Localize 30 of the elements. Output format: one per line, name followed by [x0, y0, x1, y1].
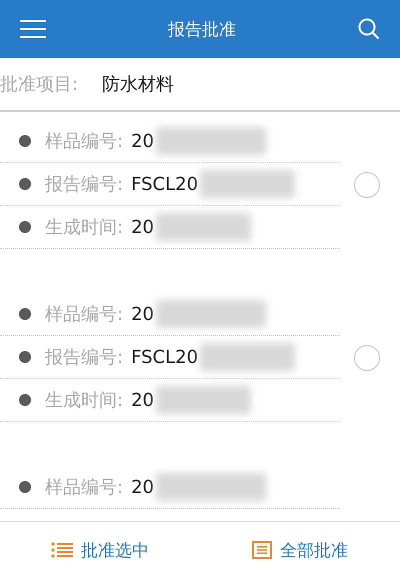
select-radio[interactable] — [354, 344, 380, 370]
bullet-icon — [19, 135, 31, 147]
field-value: FSCL20 — [131, 174, 198, 194]
bullet-icon — [19, 221, 31, 233]
field-value: 20 — [131, 390, 154, 410]
field-label: 样品编号: — [45, 476, 124, 499]
field-label: 生成时间: — [45, 389, 124, 412]
field-label: 报告编号: — [45, 173, 124, 196]
field-value: FSCL20 — [131, 346, 198, 368]
field-value: 20 — [131, 476, 154, 498]
field-label: 样品编号: — [45, 130, 124, 153]
field-value: 20 — [131, 130, 154, 152]
bullet-icon — [19, 481, 31, 493]
project-value: 防水材料 — [102, 73, 174, 96]
field-label: 报告编号: — [45, 346, 124, 369]
search-icon[interactable] — [358, 18, 380, 40]
document-icon — [252, 541, 272, 559]
field-value: 20 — [131, 216, 154, 238]
bullet-icon — [19, 351, 31, 363]
bullet-icon — [19, 308, 31, 320]
project-label: 批准项目: — [0, 73, 78, 96]
field-label: 样品编号: — [45, 303, 124, 326]
bullet-icon — [19, 394, 31, 406]
menu-icon[interactable] — [20, 20, 46, 38]
select-radio[interactable] — [354, 172, 380, 198]
page-title: 报告批准 — [168, 18, 236, 40]
bullet-icon — [19, 178, 31, 190]
field-value: 20 — [131, 304, 154, 324]
field-label: 生成时间: — [45, 216, 124, 239]
list-icon — [51, 542, 73, 558]
